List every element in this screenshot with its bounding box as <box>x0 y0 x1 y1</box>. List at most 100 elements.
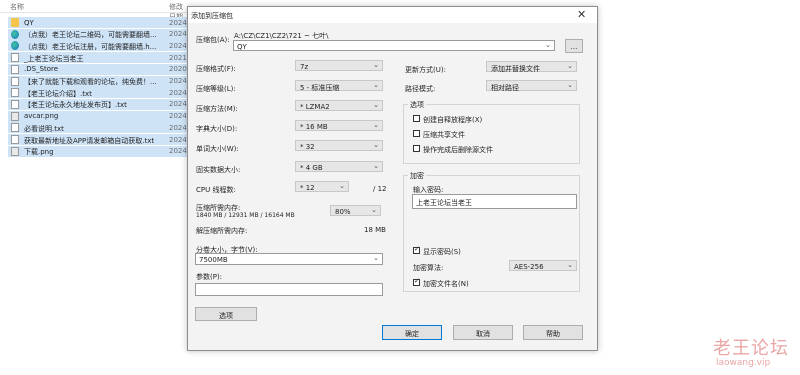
file-explorer: 名称 修改日期 QY2024（点我）老王论坛二维码，可能需要翻墙...2024（… <box>0 0 188 375</box>
solid-value: * 4 GB <box>300 163 323 172</box>
dialog-titlebar: 添加到压缩包 ✕ <box>188 7 597 23</box>
password-value: 上老王论坛当老王 <box>416 199 472 207</box>
file-date: 2024 <box>169 100 187 109</box>
delete-source-checkbox[interactable] <box>413 145 420 152</box>
file-name: （点我）老王论坛二维码，可能需要翻墙... <box>24 31 157 40</box>
password-input[interactable]: 上老王论坛当老王 <box>412 194 577 209</box>
update-label: 更新方式(U): <box>405 66 446 74</box>
file-date: 2020 <box>169 65 187 74</box>
archive-label: 压缩包(A): <box>196 36 230 44</box>
file-row[interactable]: （点我）老王论坛注册，可能需要翻墙.h... 2024 <box>8 40 188 52</box>
level-label: 压缩等级(L): <box>196 85 236 93</box>
sfx-checkbox[interactable] <box>413 115 420 122</box>
dict-value: * 16 MB <box>300 122 328 131</box>
options-button[interactable]: 选项 <box>195 307 257 321</box>
file-row[interactable]: 获取最新地址及APP请发邮箱自动获取.txt 2024 <box>8 134 188 145</box>
method-value: * LZMA2 <box>300 102 330 111</box>
column-name-header[interactable]: 名称 <box>10 2 24 12</box>
file-icon <box>11 64 19 74</box>
show-password-checkbox[interactable] <box>413 245 420 254</box>
chevron-down-icon: ⌄ <box>339 182 345 190</box>
help-button[interactable]: 帮助 <box>523 325 583 340</box>
enc-method-select[interactable]: AES-256 ⌄ <box>509 260 577 271</box>
close-icon[interactable]: ✕ <box>577 8 586 21</box>
mem-decomp-value: 18 MB <box>364 226 386 234</box>
file-name: 【来了就能下载和观看的论坛，纯免费！... <box>24 78 157 86</box>
encrypt-names-label: 加密文件名(N) <box>423 280 469 288</box>
chevron-down-icon[interactable]: ⌄ <box>373 254 379 262</box>
file-row[interactable]: （点我）老王论坛二维码，可能需要翻墙... 2024 <box>8 28 188 40</box>
browse-button[interactable]: ... <box>565 39 583 53</box>
watermark-url: laowang.vip <box>716 358 771 368</box>
split-size-combo[interactable]: 7500MB ⌄ <box>195 253 383 265</box>
file-name: 下载.png <box>24 148 54 157</box>
method-label: 压缩方法(M): <box>196 105 238 113</box>
file-row[interactable]: QY 2024 <box>8 17 188 28</box>
cancel-button-label: 取消 <box>476 330 490 338</box>
chevron-down-icon: ⌄ <box>373 81 379 89</box>
file-row[interactable]: 必看说明.txt 2024 <box>8 122 188 134</box>
file-name: .DS_Store <box>24 65 59 74</box>
file-row[interactable]: _上老王论坛当老王 2021 <box>8 52 188 64</box>
file-name: （点我）老王论坛注册，可能需要翻墙.h... <box>24 42 157 51</box>
word-select[interactable]: * 32 ⌄ <box>295 140 383 151</box>
encrypt-names-checkbox[interactable] <box>413 277 420 286</box>
format-value: 7z <box>300 62 309 71</box>
chevron-down-icon: ⌄ <box>373 101 379 109</box>
file-row[interactable]: .DS_Store 2020 <box>8 63 188 75</box>
edge-icon <box>11 29 19 39</box>
dict-select[interactable]: * 16 MB ⌄ <box>295 120 383 131</box>
delete-source-label: 操作完成后删除源文件 <box>423 146 493 154</box>
file-date: 2024 <box>169 135 187 144</box>
file-icon <box>11 123 19 133</box>
cancel-button[interactable]: 取消 <box>453 325 513 340</box>
cpu-select[interactable]: * 12 ⌄ <box>295 181 349 192</box>
file-icon <box>11 99 19 109</box>
file-row[interactable]: avcar.png 2024 <box>8 110 188 122</box>
ok-button[interactable]: 确定 <box>382 325 442 340</box>
mem-comp-detail: 1840 MB / 12931 MB / 16164 MB <box>196 212 295 219</box>
file-row[interactable]: 【老王论坛介绍】.txt 2024 <box>8 87 188 99</box>
add-to-archive-dialog: 添加到压缩包 ✕ 压缩包(A): A:\CZ\CZ1\CZ2\721 ~ 七叶\… <box>187 6 598 351</box>
sfx-label: 创建自释放程序(X) <box>423 116 483 124</box>
chevron-down-icon[interactable]: ⌄ <box>545 41 551 49</box>
params-input[interactable] <box>195 283 383 296</box>
help-button-label: 帮助 <box>546 330 560 338</box>
format-label: 压缩格式(F): <box>196 65 236 73</box>
shared-checkbox[interactable] <box>413 130 420 137</box>
file-name: avcar.png <box>24 112 59 121</box>
file-date: 2024 <box>169 123 187 132</box>
level-select[interactable]: 5 - 标准压缩 ⌄ <box>295 80 383 92</box>
file-row[interactable]: 【来了就能下载和观看的论坛，纯免费！... 2024 <box>8 75 188 87</box>
method-select[interactable]: * LZMA2 ⌄ <box>295 100 383 111</box>
mem-percent-select[interactable]: 80% ⌄ <box>330 205 381 216</box>
path-select[interactable]: 相对路径 ⌄ <box>486 80 577 92</box>
split-size-value: 7500MB <box>199 256 228 264</box>
archive-name-value: QY <box>237 42 247 51</box>
chevron-down-icon: ⌄ <box>373 61 379 69</box>
file-row[interactable]: 下载.png 2024 <box>8 145 188 157</box>
archive-name-combo[interactable]: QY ⌄ <box>233 40 555 51</box>
path-value: 相对路径 <box>491 83 519 92</box>
path-label: 路径模式: <box>405 85 436 93</box>
file-date: 2024 <box>169 88 187 97</box>
image-icon <box>11 111 19 121</box>
browse-label: ... <box>570 43 578 51</box>
chevron-down-icon: ⌄ <box>373 162 379 170</box>
dialog-title: 添加到压缩包 <box>191 12 233 20</box>
file-row[interactable]: 【老王论坛永久地址发布页】.txt 2024 <box>8 98 188 110</box>
mem-decomp-label: 解压缩所需内存: <box>196 227 248 235</box>
options-button-label: 选项 <box>219 312 233 320</box>
cpu-max: / 12 <box>373 185 387 193</box>
format-select[interactable]: 7z ⌄ <box>295 60 383 71</box>
update-select[interactable]: 添加并替换文件 ⌄ <box>486 61 577 73</box>
ok-button-label: 确定 <box>405 330 419 338</box>
chevron-down-icon: ⌄ <box>567 81 573 89</box>
file-icon <box>11 53 19 63</box>
file-icon <box>11 135 19 144</box>
shared-label: 压缩共享文件 <box>423 131 465 139</box>
solid-select[interactable]: * 4 GB ⌄ <box>295 161 383 172</box>
chevron-down-icon: ⌄ <box>567 261 573 269</box>
file-name: 【老王论坛介绍】.txt <box>24 89 92 98</box>
chevron-down-icon: ⌄ <box>567 62 573 70</box>
